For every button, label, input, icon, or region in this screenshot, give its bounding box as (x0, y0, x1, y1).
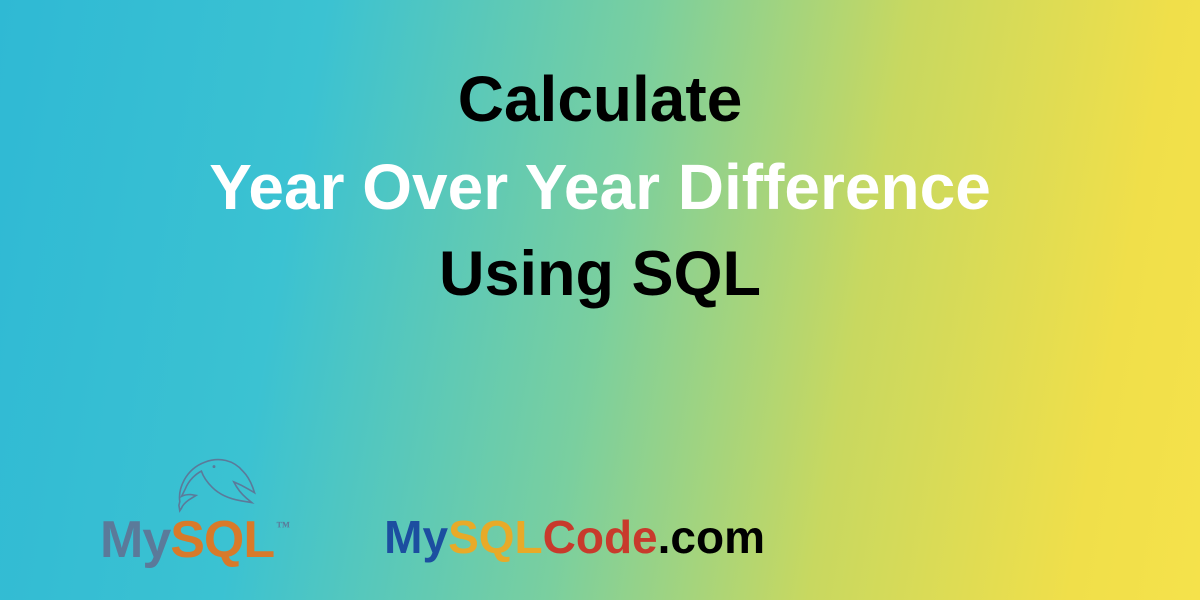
mysql-dolphin-icon (169, 446, 259, 516)
footer-logos: MySQL™ MySQLCode.com (0, 446, 1200, 570)
title-line-3: Using SQL (0, 238, 1200, 310)
site-logo-dot: . (658, 511, 671, 563)
mysql-logo-my: My (100, 511, 170, 569)
site-logo-my: My (384, 511, 448, 563)
mysql-logo-text: MySQL™ (100, 510, 289, 570)
site-logo-com: com (670, 511, 765, 563)
title-line-1: Calculate (0, 62, 1200, 136)
main-title-block: Calculate Year Over Year Difference Usin… (0, 62, 1200, 310)
mysql-logo: MySQL™ (100, 446, 289, 570)
mysql-logo-tm: ™ (276, 520, 289, 535)
site-logo-code: Code (543, 511, 658, 563)
mysql-logo-sql: SQL (170, 511, 274, 569)
site-logo: MySQLCode.com (384, 510, 765, 570)
title-line-2: Year Over Year Difference (0, 150, 1200, 224)
site-logo-sql: SQL (448, 511, 543, 563)
